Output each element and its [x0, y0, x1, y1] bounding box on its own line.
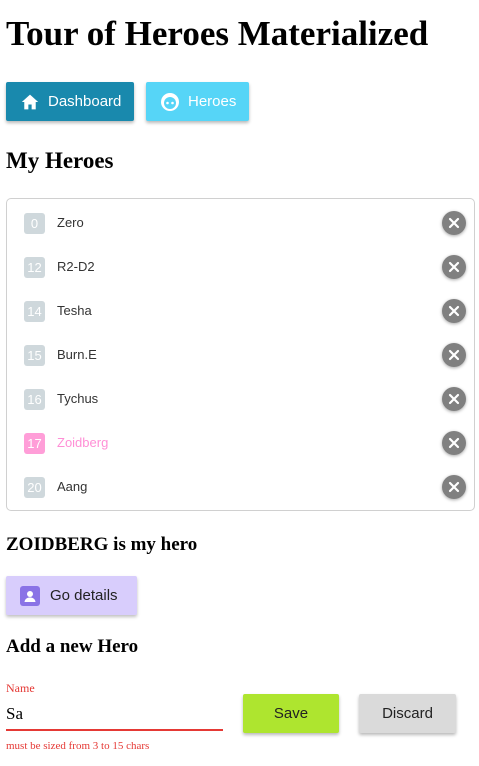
hero-name: Aang — [57, 479, 88, 494]
home-icon — [21, 94, 39, 109]
heroes-button[interactable]: Heroes — [146, 82, 249, 121]
delete-hero-button[interactable] — [442, 343, 466, 367]
app-title: Tour of Heroes Materialized — [6, 14, 429, 53]
delete-hero-button[interactable] — [442, 299, 466, 323]
dashboard-label: Dashboard — [48, 93, 122, 110]
hero-id-badge: 15 — [24, 345, 45, 366]
go-details-label: Go details — [50, 587, 118, 604]
go-details-button[interactable]: Go details — [6, 576, 137, 615]
hero-list-item[interactable]: 14 Tesha — [7, 287, 474, 331]
dashboard-button[interactable]: Dashboard — [6, 82, 134, 121]
delete-hero-button[interactable] — [442, 255, 466, 279]
hero-list-item[interactable]: 12 R2-D2 — [7, 243, 474, 287]
hero-id-badge: 14 — [24, 301, 45, 322]
save-button[interactable]: Save — [243, 694, 339, 733]
close-icon — [448, 437, 460, 449]
hero-id-badge: 12 — [24, 257, 45, 278]
hero-list-item[interactable]: 0 Zero — [7, 199, 474, 243]
heroes-label: Heroes — [188, 93, 237, 110]
add-hero-title: Add a new Hero — [6, 636, 139, 657]
hero-name: Zoidberg — [57, 435, 109, 450]
discard-button[interactable]: Discard — [359, 694, 456, 733]
hero-id-badge: 20 — [24, 477, 45, 498]
delete-hero-button[interactable] — [442, 475, 466, 499]
heroes-section-title: My Heroes — [6, 148, 114, 173]
hero-list: 0 Zero 12 R2-D2 14 Tesha 15 Burn.E 16 Tychus 17 Zoi… — [6, 198, 475, 511]
hero-list-item[interactable]: 20 Aang — [7, 463, 474, 507]
selected-hero-message: ZOIDBERG is my hero — [6, 534, 198, 555]
face-icon — [161, 92, 179, 111]
name-input-underline — [6, 729, 223, 731]
hero-name: Tychus — [57, 391, 99, 406]
hero-list-item[interactable]: 16 Tychus — [7, 375, 474, 419]
close-icon — [448, 393, 460, 405]
hero-name: R2-D2 — [57, 259, 95, 274]
hero-list-item[interactable]: 15 Burn.E — [7, 331, 474, 375]
hero-id-badge: 0 — [24, 213, 45, 234]
close-icon — [448, 261, 460, 273]
name-error-message: must be sized from 3 to 15 chars — [6, 740, 150, 752]
person-icon — [20, 585, 40, 606]
delete-hero-button[interactable] — [442, 211, 466, 235]
close-icon — [448, 305, 460, 317]
hero-name: Zero — [57, 215, 84, 230]
hero-name: Burn.E — [57, 347, 97, 362]
close-icon — [448, 217, 460, 229]
name-field-label: Name — [6, 681, 35, 695]
close-icon — [448, 349, 460, 361]
hero-name: Tesha — [57, 303, 92, 318]
name-input[interactable] — [6, 701, 222, 727]
hero-list-item[interactable]: 17 Zoidberg — [7, 419, 474, 463]
delete-hero-button[interactable] — [442, 387, 466, 411]
hero-id-badge: 17 — [24, 433, 45, 454]
delete-hero-button[interactable] — [442, 431, 466, 455]
close-icon — [448, 481, 460, 493]
hero-id-badge: 16 — [24, 389, 45, 410]
